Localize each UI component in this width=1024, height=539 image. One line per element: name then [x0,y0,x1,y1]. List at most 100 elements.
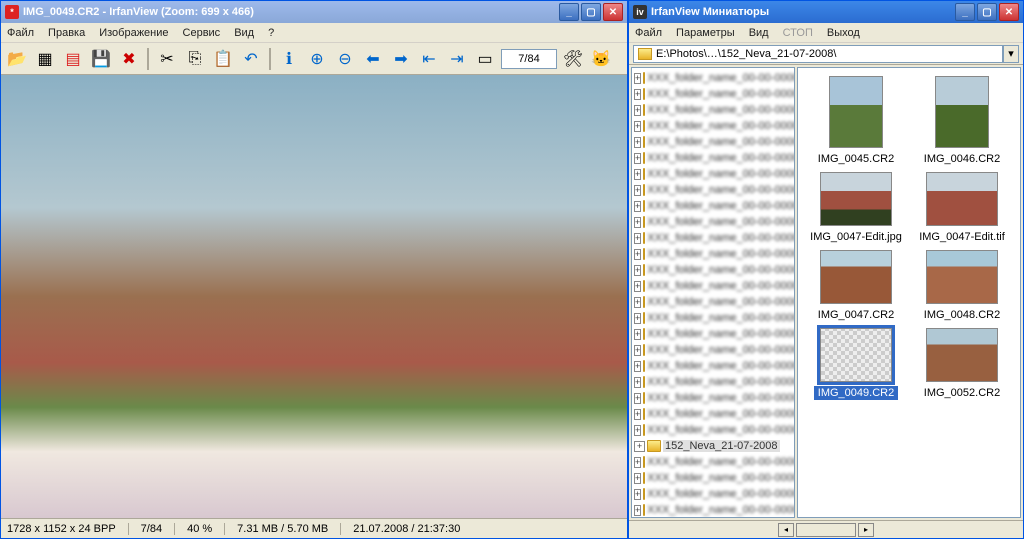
delete-icon[interactable]: ✖ [117,47,141,71]
fullscreen-icon[interactable]: ▭ [473,47,497,71]
maximize-button[interactable]: ▢ [581,3,601,21]
menu-image[interactable]: Изображение [99,27,168,39]
tree-item[interactable]: +XXX_folder_name_00-00-0000 [634,406,792,422]
expand-icon[interactable]: + [634,137,641,148]
thumbnail-cell[interactable]: IMG_0045.CR2 [806,76,906,166]
expand-icon[interactable]: + [634,313,641,324]
expand-icon[interactable]: + [634,393,641,404]
expand-icon[interactable]: + [634,201,641,212]
tree-item[interactable]: +XXX_folder_name_00-00-0000 [634,278,792,294]
expand-icon[interactable]: + [634,281,641,292]
thumbnail-cell[interactable]: IMG_0046.CR2 [912,76,1012,166]
path-dropdown-button[interactable]: ▾ [1003,45,1019,63]
tree-item[interactable]: +XXX_folder_name_00-00-0000 [634,166,792,182]
maximize-button[interactable]: ▢ [977,3,997,21]
minimize-button[interactable]: _ [955,3,975,21]
minimize-button[interactable]: _ [559,3,579,21]
menu-view[interactable]: Вид [234,27,254,39]
cats-icon[interactable]: 🐱 [589,47,613,71]
tree-item[interactable]: +XXX_folder_name_00-00-0000 [634,502,792,518]
menu-exit[interactable]: Выход [827,27,860,39]
expand-icon[interactable]: + [634,89,641,100]
tree-item[interactable]: +XXX_folder_name_00-00-0000 [634,150,792,166]
tree-item[interactable]: +XXX_folder_name_00-00-0000 [634,262,792,278]
next-icon[interactable]: ➡ [389,47,413,71]
tree-item[interactable]: +XXX_folder_name_00-00-0000 [634,310,792,326]
open-icon[interactable]: 📂 [5,47,29,71]
last-icon[interactable]: ⇥ [445,47,469,71]
tree-item[interactable]: +XXX_folder_name_00-00-0000 [634,470,792,486]
tree-item[interactable]: +XXX_folder_name_00-00-0000 [634,358,792,374]
expand-icon[interactable]: + [634,361,641,372]
cut-icon[interactable]: ✂ [155,47,179,71]
slideshow-icon[interactable]: ▦ [33,47,57,71]
expand-icon[interactable]: + [634,345,641,356]
tree-item[interactable]: +XXX_folder_name_00-00-0000 [634,422,792,438]
tree-item[interactable]: +XXX_folder_name_00-00-0000 [634,342,792,358]
thumbnail-grid[interactable]: IMG_0045.CR2IMG_0046.CR2IMG_0047-Edit.jp… [797,67,1021,518]
expand-icon[interactable]: + [634,473,641,484]
image-viewport[interactable] [1,75,627,518]
tree-item[interactable]: +XXX_folder_name_00-00-0000 [634,214,792,230]
expand-icon[interactable]: + [634,121,641,132]
save-icon[interactable]: 💾 [89,47,113,71]
thumbnail-cell[interactable]: IMG_0049.CR2 [806,328,906,400]
tree-item[interactable]: +XXX_folder_name_00-00-0000 [634,134,792,150]
paste-icon[interactable]: 📋 [211,47,235,71]
tree-item[interactable]: +XXX_folder_name_00-00-0000 [634,246,792,262]
expand-icon[interactable]: + [634,489,641,500]
tree-item[interactable]: +XXX_folder_name_00-00-0000 [634,182,792,198]
menu-view[interactable]: Вид [749,27,769,39]
menu-file[interactable]: Файл [7,27,34,39]
page-counter-input[interactable] [501,49,557,69]
thumbs-icon[interactable]: ▤ [61,47,85,71]
tree-item[interactable]: +XXX_folder_name_00-00-0000 [634,326,792,342]
prev-icon[interactable]: ⬅ [361,47,385,71]
first-icon[interactable]: ⇤ [417,47,441,71]
copy-icon[interactable]: ⎘ [183,47,207,71]
menu-params[interactable]: Параметры [676,27,735,39]
thumbnail-cell[interactable]: IMG_0052.CR2 [912,328,1012,400]
tree-item[interactable]: +XXX_folder_name_00-00-0000 [634,198,792,214]
tree-item[interactable]: +XXX_folder_name_00-00-0000 [634,230,792,246]
tree-item[interactable]: +XXX_folder_name_00-00-0000 [634,486,792,502]
bottom-scrollbar[interactable]: ◂ ▸ [629,520,1023,538]
tree-item[interactable]: +XXX_folder_name_00-00-0000 [634,374,792,390]
expand-icon[interactable]: + [634,441,645,452]
undo-icon[interactable]: ↶ [239,47,263,71]
close-button[interactable]: ✕ [603,3,623,21]
thumbnail-cell[interactable]: IMG_0048.CR2 [912,250,1012,322]
tree-item[interactable]: +XXX_folder_name_00-00-0000 [634,118,792,134]
expand-icon[interactable]: + [634,329,641,340]
thumbnail-cell[interactable]: IMG_0047-Edit.jpg [806,172,906,244]
expand-icon[interactable]: + [634,505,641,516]
expand-icon[interactable]: + [634,265,641,276]
menu-file[interactable]: Файл [635,27,662,39]
expand-icon[interactable]: + [634,233,641,244]
tree-item-selected[interactable]: +152_Neva_21-07-2008 [634,438,792,454]
settings-icon[interactable]: 🛠 [561,47,585,71]
menu-service[interactable]: Сервис [183,27,221,39]
expand-icon[interactable]: + [634,105,641,116]
close-button[interactable]: ✕ [999,3,1019,21]
expand-icon[interactable]: + [634,409,641,420]
scroll-thumb[interactable] [796,523,856,537]
expand-icon[interactable]: + [634,169,641,180]
tree-item[interactable]: +XXX_folder_name_00-00-0000 [634,70,792,86]
tree-item[interactable]: +XXX_folder_name_00-00-0000 [634,86,792,102]
tree-item[interactable]: +XXX_folder_name_00-00-0000 [634,102,792,118]
tree-item[interactable]: +XXX_folder_name_00-00-0000 [634,294,792,310]
menu-edit[interactable]: Правка [48,27,85,39]
folder-tree[interactable]: +XXX_folder_name_00-00-0000+XXX_folder_n… [631,67,795,518]
expand-icon[interactable]: + [634,217,641,228]
tree-item[interactable]: +XXX_folder_name_00-00-0000 [634,454,792,470]
tree-item[interactable]: +XXX_folder_name_00-00-0000 [634,390,792,406]
zoom-out-icon[interactable]: ⊖ [333,47,357,71]
menu-help[interactable]: ? [268,27,274,39]
zoom-in-icon[interactable]: ⊕ [305,47,329,71]
expand-icon[interactable]: + [634,377,641,388]
expand-icon[interactable]: + [634,185,641,196]
expand-icon[interactable]: + [634,153,641,164]
expand-icon[interactable]: + [634,73,641,84]
scroll-right-button[interactable]: ▸ [858,523,874,537]
